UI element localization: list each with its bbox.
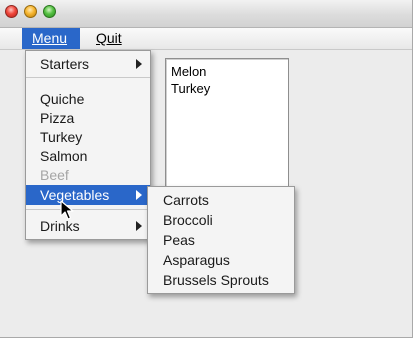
- submenu-arrow-icon: [136, 190, 142, 200]
- quit-menubar-label: Quit: [96, 30, 122, 46]
- menu-item-label: Drinks: [40, 218, 80, 234]
- menu-item-pizza[interactable]: Pizza: [26, 108, 150, 128]
- menu-menubar-item[interactable]: Menu: [22, 28, 80, 49]
- menu-item-label: Turkey: [40, 129, 83, 145]
- menu-separator: [26, 209, 150, 210]
- vegetables-submenu: Carrots Broccoli Peas Asparagus Brussels…: [147, 186, 295, 294]
- menu-item-label: Quiche: [40, 91, 85, 107]
- minimize-button[interactable]: [24, 5, 37, 18]
- submenu-item-asparagus[interactable]: Asparagus: [148, 250, 294, 270]
- menu-item-label: Pizza: [40, 110, 75, 126]
- list-item[interactable]: Turkey: [171, 80, 210, 97]
- submenu-arrow-icon: [136, 59, 142, 69]
- menu-item-label: Vegetables: [40, 187, 110, 203]
- zoom-button[interactable]: [43, 5, 56, 18]
- submenu-arrow-icon: [136, 221, 142, 231]
- menu-item-label: Salmon: [40, 148, 88, 164]
- menu-item-vegetables[interactable]: Vegetables: [26, 185, 150, 205]
- submenu-item-peas[interactable]: Peas: [148, 230, 294, 250]
- menu-dropdown: Starters Quiche Pizza Turkey Salmon Beef…: [25, 50, 151, 240]
- menu-item-quiche[interactable]: Quiche: [26, 89, 150, 109]
- quit-menubar-item[interactable]: Quit: [86, 28, 130, 49]
- title-bar[interactable]: [0, 0, 412, 28]
- menu-separator: [26, 77, 150, 78]
- submenu-item-brussels-sprouts[interactable]: Brussels Sprouts: [148, 270, 294, 290]
- submenu-item-carrots[interactable]: Carrots: [148, 190, 294, 210]
- application-window: Menu Quit Melon Turkey Starters Quiche P…: [0, 0, 413, 338]
- menu-item-salmon[interactable]: Salmon: [26, 146, 150, 166]
- menu-item-label: Starters: [40, 56, 90, 72]
- menu-bar: Menu Quit: [0, 28, 412, 50]
- submenu-item-broccoli[interactable]: Broccoli: [148, 210, 294, 230]
- list-item[interactable]: Melon: [171, 63, 206, 80]
- arrow-pointer-icon: [60, 200, 74, 220]
- screen: Menu Quit Melon Turkey Starters Quiche P…: [0, 0, 416, 339]
- menu-item-starters[interactable]: Starters: [26, 54, 150, 74]
- menu-item-drinks[interactable]: Drinks: [26, 216, 150, 236]
- close-button[interactable]: [5, 5, 18, 18]
- menu-item-label: Beef: [40, 167, 69, 183]
- menu-item-turkey[interactable]: Turkey: [26, 127, 150, 147]
- selected-items-list[interactable]: Melon Turkey: [165, 58, 289, 190]
- menu-item-beef: Beef: [26, 165, 150, 185]
- menu-menubar-label: Menu: [32, 30, 68, 46]
